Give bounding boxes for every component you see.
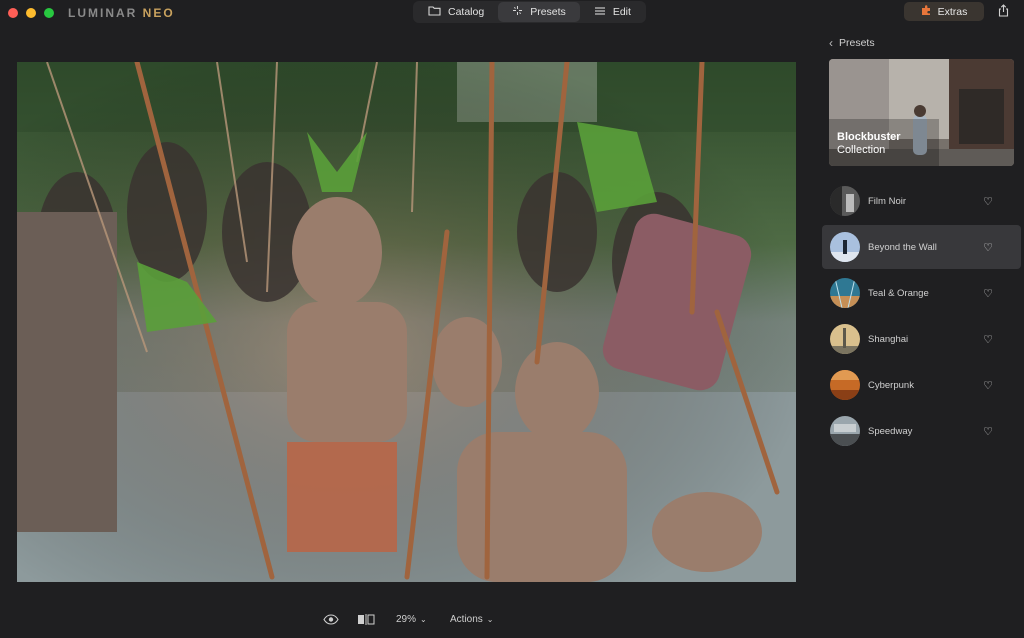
extras-button[interactable]: Extras [904,2,984,21]
preset-name: Beyond the Wall [868,241,937,253]
preset-item-teal-orange[interactable]: Teal & Orange ♡ [822,271,1021,315]
panel-title: Presets [839,37,875,49]
tab-catalog[interactable]: Catalog [414,2,498,22]
tab-catalog-label: Catalog [448,6,485,18]
preset-thumbnail [830,278,860,308]
heart-icon[interactable]: ♡ [983,425,993,438]
zoom-window-button[interactable] [44,8,54,18]
sliders-icon [594,6,606,19]
preset-thumbnail [830,186,860,216]
app-logo-accent: NEO [142,6,175,20]
zoom-dropdown[interactable]: 29% ⌄ [396,614,427,625]
app-logo-main: LUMINAR [68,6,143,20]
heart-icon[interactable]: ♡ [983,287,993,300]
tab-presets[interactable]: Presets [498,2,580,22]
preset-thumbnail [830,324,860,354]
zoom-value: 29% [396,614,417,625]
tab-edit-label: Edit [612,6,631,18]
share-icon[interactable] [998,4,1009,20]
preset-name: Cyberpunk [868,379,914,391]
preset-item-speedway[interactable]: Speedway ♡ [822,409,1021,453]
chevron-down-icon: ⌄ [420,615,427,624]
heart-icon[interactable]: ♡ [983,195,993,208]
heart-icon[interactable]: ♡ [983,333,993,346]
preset-thumbnail [830,416,860,446]
tab-edit[interactable]: Edit [580,2,645,22]
photo-canvas [17,62,796,582]
preset-name: Film Noir [868,195,906,207]
actions-dropdown[interactable]: Actions ⌄ [450,614,494,625]
preset-item-film-noir[interactable]: Film Noir ♡ [822,179,1021,223]
bottom-toolbar: 29% ⌄ Actions ⌄ [0,610,810,634]
app-logo: LUMINAR NEO [68,6,175,20]
actions-label: Actions [450,614,483,625]
preset-name: Shanghai [868,333,909,345]
preset-thumbnail [830,370,860,400]
folder-icon [428,5,441,19]
chevron-left-icon: ‹ [829,36,833,50]
preset-name: Speedway [868,425,913,437]
extras-label: Extras [937,5,968,18]
eye-icon[interactable] [323,614,339,625]
close-window-button[interactable] [8,8,18,18]
presets-back-button[interactable]: ‹ Presets [829,36,875,50]
tab-presets-label: Presets [530,6,566,18]
collection-title: Blockbuster [837,131,901,143]
preset-item-beyond-the-wall[interactable]: Beyond the Wall ♡ [822,225,1021,269]
chevron-down-icon: ⌄ [486,615,494,624]
window-controls [8,8,54,18]
collection-card[interactable]: Blockbuster Collection [829,59,1014,166]
preset-name: Teal & Orange [868,287,929,299]
collection-title-block: Blockbuster Collection [837,131,901,157]
puzzle-icon [921,4,932,19]
preset-thumbnail [830,232,860,262]
preset-item-shanghai[interactable]: Shanghai ♡ [822,317,1021,361]
mode-switcher: Catalog Presets Edit [413,1,646,23]
preset-item-cyberpunk[interactable]: Cyberpunk ♡ [822,363,1021,407]
minimize-window-button[interactable] [26,8,36,18]
collection-subtitle: Collection [837,144,886,156]
compare-icon[interactable] [357,614,375,625]
sparkle-icon [512,5,523,19]
main-photo[interactable] [17,62,796,582]
heart-icon[interactable]: ♡ [983,241,993,254]
heart-icon[interactable]: ♡ [983,379,993,392]
